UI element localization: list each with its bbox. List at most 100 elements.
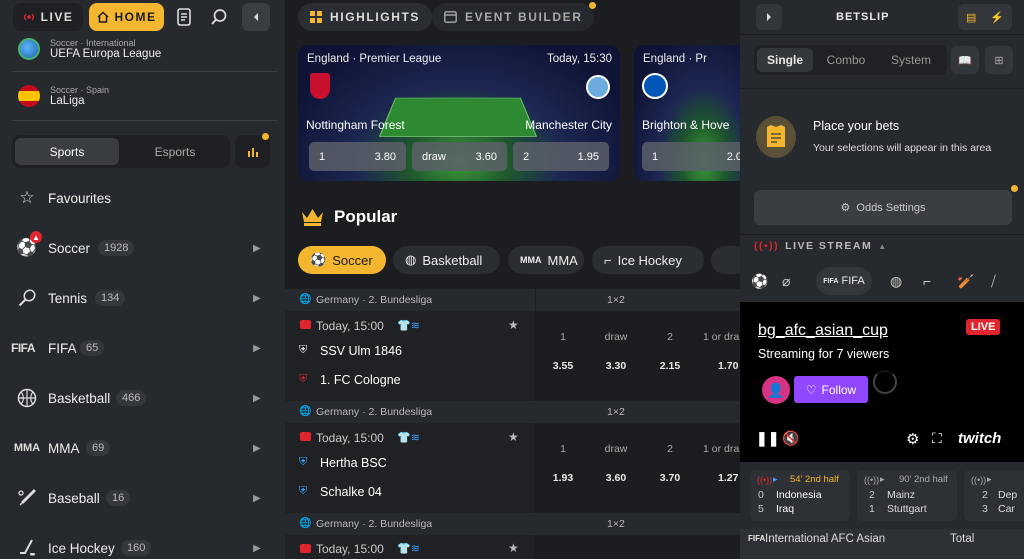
odds-label: 1 (560, 443, 566, 455)
basketball-icon[interactable]: ◍ (890, 273, 902, 290)
live-button[interactable]: LIVE (13, 3, 83, 31)
expand-betslip-button[interactable] (756, 4, 782, 30)
sports-esports-toggle: Sports Esports (12, 135, 230, 168)
sidebar-item-mma[interactable]: MMA MMA 69 ▶ (0, 423, 285, 473)
odds-label: 1 (560, 331, 566, 343)
league-item-laliga[interactable]: Soccer · Spain LaLiga (18, 85, 109, 107)
favorite-star-icon[interactable]: ★ (508, 430, 519, 444)
team-name: Stuttgart (887, 503, 927, 515)
stats-button[interactable] (235, 133, 270, 168)
odds-value[interactable]: 1.93 (537, 472, 589, 484)
spain-flag-icon (18, 85, 40, 107)
match-row[interactable]: Today, 15:00 👕≋ ★ ⛨ Hertha BSC ⛨ Schalke… (285, 423, 740, 513)
league-header: 🌐 Germany · 2. Bundesliga 1×2 (285, 289, 740, 311)
odds-value[interactable]: 1.27 (698, 472, 740, 484)
odds-value[interactable]: 3.30 (590, 360, 642, 372)
league-item-europa[interactable]: Soccer · International UEFA Europa Leagu… (18, 38, 161, 60)
highlight-card[interactable]: England · Pr Brighton & Hove 1 2.0 (634, 45, 740, 181)
basketball-icon: ◍ (405, 252, 417, 267)
chip-ice-hockey[interactable]: ⌐ Ice Hockey (592, 246, 704, 274)
odds-button-draw[interactable]: draw 3.60 (412, 142, 507, 171)
odds-value[interactable]: 2.15 (644, 360, 696, 372)
match-time: Today, 15:30 (546, 53, 612, 65)
esports-tab[interactable]: Esports (123, 138, 227, 165)
live-match-card[interactable]: ((•)) ▸ 54' 2nd half 0 Indonesia 5 Iraq (750, 470, 850, 521)
sidebar-item-soccer[interactable]: ⚽ ▲ Soccer 1928 ▶ (0, 223, 285, 273)
live-match-card[interactable]: ((•)) ▸ 90' 2nd half 2 Mainz 1 Stuttgart (857, 470, 957, 521)
odds-value[interactable]: 1.70 (698, 360, 740, 372)
tab-event-builder[interactable]: EVENT BUILDER (432, 2, 597, 31)
sidebar-item-ice-hockey[interactable]: Ice Hockey 160 ▶ (0, 523, 285, 559)
tab-highlights[interactable]: HIGHLIGHTS (298, 3, 432, 31)
tab-single[interactable]: Single (757, 48, 813, 72)
fullscreen-icon[interactable]: ⛶ (932, 430, 942, 447)
twitch-logo[interactable]: twitch (958, 430, 1001, 447)
tab-system[interactable]: System (878, 48, 944, 72)
betslip-mode-toggle[interactable]: ▤ ⚡ (958, 4, 1012, 30)
odds-label: 1 or dra (703, 443, 740, 455)
chip-basketball[interactable]: ◍ Basketball (393, 246, 500, 274)
sidebar-item-tennis[interactable]: Tennis 134 ▶ (0, 273, 285, 323)
odds-settings-button[interactable]: ⚙ Odds Settings (754, 190, 1012, 225)
baseball-bat-icon[interactable]: ⧸ (991, 273, 996, 290)
tennis-racket-icon[interactable]: ⌀ (782, 273, 790, 290)
live-match-card[interactable]: ((•)) ▸ 2 Dep 3 Car (964, 470, 1024, 521)
nottingham-forest-crest-icon (310, 73, 330, 99)
highlight-card[interactable]: England · Premier League Today, 15:30 No… (298, 45, 620, 181)
odds-button-1[interactable]: 1 3.80 (309, 142, 406, 171)
sidebar-item-baseball[interactable]: Baseball 16 ▶ (0, 473, 285, 523)
chip-more[interactable] (711, 246, 740, 274)
avatar[interactable]: 👤 (762, 376, 790, 404)
odds-value[interactable]: 3.55 (537, 360, 589, 372)
odds-value[interactable]: 3.70 (644, 472, 696, 484)
pause-icon[interactable]: ❚❚ (756, 430, 779, 447)
mute-icon[interactable]: 🔇 (782, 430, 799, 447)
live-icon: ((•)) (757, 475, 773, 485)
match-time: 90' 2nd half (899, 474, 948, 485)
collapse-sidebar-button[interactable] (242, 3, 270, 31)
follow-label: Follow (821, 382, 857, 397)
chip-mma[interactable]: MMA MMA (508, 246, 584, 274)
stream-sport-tabs: ⚽ ⌀ FIFA FIFA ◍ ⌐ 🏏 ⧸ (740, 264, 1024, 298)
betslip-history-icon[interactable] (172, 4, 198, 30)
odds-value[interactable]: 3.60 (590, 472, 642, 484)
sidebar-item-fifa[interactable]: FIFA FIFA 65 ▶ (0, 323, 285, 373)
home-button[interactable]: HOME (89, 3, 164, 31)
gift-icon[interactable]: ⊞ (985, 46, 1013, 74)
search-icon[interactable] (206, 4, 232, 30)
popular-title: Popular (334, 207, 398, 226)
stream-player[interactable]: bg_afc_asian_cup LIVE Streaming for 7 vi… (740, 302, 1024, 462)
sidebar-item-basketball[interactable]: Basketball 466 ▶ (0, 373, 285, 423)
hockey-stick-icon[interactable]: ⌐ (923, 273, 931, 289)
chip-soccer[interactable]: ⚽ Soccer (298, 246, 386, 274)
tab-label: EVENT BUILDER (465, 10, 583, 24)
sidebar-item-favourites[interactable]: ☆ Favourites (0, 173, 285, 223)
video-icon: ▸ (987, 474, 992, 484)
globe-icon: 🌐 (299, 518, 312, 529)
window-icon (444, 11, 457, 23)
total-column-header: Total (950, 533, 975, 545)
odds-button-2[interactable]: 2 1.95 (513, 142, 609, 171)
gear-icon[interactable]: ⚙ (906, 430, 919, 448)
odds-button-1[interactable]: 1 2.0 (642, 142, 740, 171)
odds-label: 2 (667, 331, 673, 343)
follow-button[interactable]: ♡ Follow (794, 376, 868, 403)
league-sport-country: Soccer · Spain (50, 85, 110, 95)
match-row[interactable]: Today, 15:00 👕≋ ★ ⛨ SSV Ulm 1846 ⛨ 1. FC… (285, 311, 740, 401)
chevron-right-icon: ▶ (253, 542, 261, 554)
favorite-star-icon[interactable]: ★ (508, 541, 519, 555)
match-row[interactable]: Today, 15:00 👕≋ ★ (285, 535, 740, 559)
stream-channel[interactable]: bg_afc_asian_cup (758, 322, 888, 340)
live-stream-header[interactable]: ((•)) LIVE STREAM ▲ (754, 240, 888, 252)
sports-tab[interactable]: Sports (15, 138, 119, 165)
tab-combo[interactable]: Combo (816, 48, 876, 72)
divider (12, 71, 277, 72)
stream-tab-fifa[interactable]: FIFA FIFA (816, 267, 872, 295)
soccer-ball-icon[interactable]: ⚽ (751, 273, 768, 290)
score: 2 (982, 489, 988, 501)
sidebar-item-label: MMA (48, 440, 80, 456)
sidebar-item-label: Ice Hockey (48, 540, 115, 556)
favorite-star-icon[interactable]: ★ (508, 318, 519, 332)
book-icon[interactable]: 📖 (951, 46, 979, 74)
cricket-icon[interactable]: 🏏 (957, 273, 974, 290)
